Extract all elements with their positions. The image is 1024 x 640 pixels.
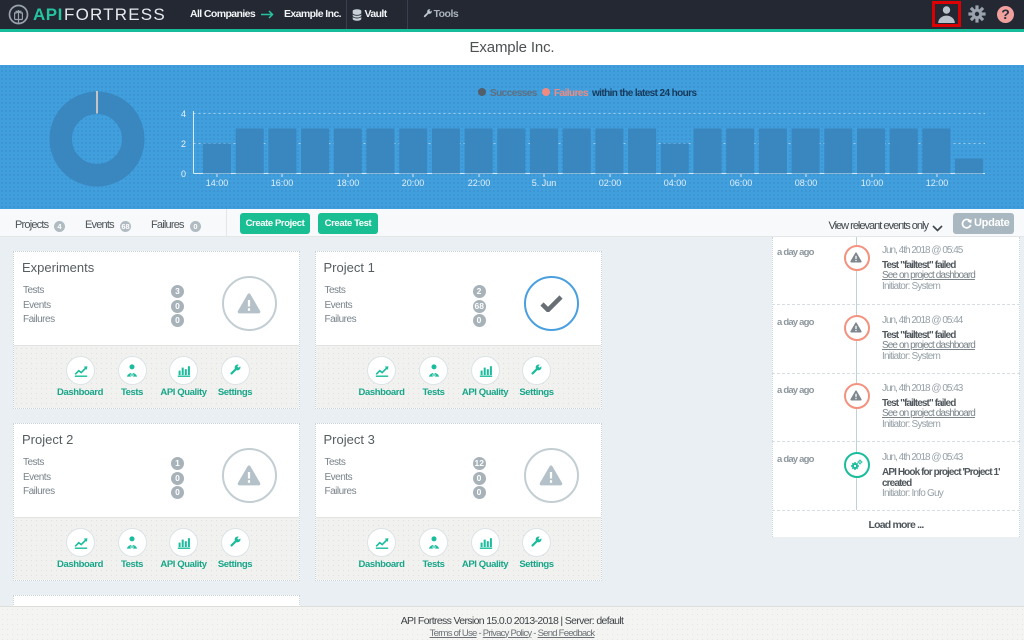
- svg-text:16:00: 16:00: [271, 178, 294, 188]
- svg-text:5. Jun: 5. Jun: [532, 178, 557, 188]
- svg-text:0: 0: [181, 169, 186, 179]
- svg-text:2: 2: [181, 139, 186, 149]
- svg-text:Successes: Successes: [490, 88, 538, 99]
- svg-text:10:00: 10:00: [861, 178, 884, 188]
- svg-text:06:00: 06:00: [730, 178, 753, 188]
- svg-text:04:00: 04:00: [664, 178, 687, 188]
- svg-text:08:00: 08:00: [795, 178, 818, 188]
- svg-text:within the latest 24 hours: within the latest 24 hours: [591, 88, 697, 99]
- svg-text:12:00: 12:00: [926, 178, 949, 188]
- svg-text:18:00: 18:00: [337, 178, 360, 188]
- svg-text:14:00: 14:00: [206, 178, 229, 188]
- svg-text:22:00: 22:00: [468, 178, 491, 188]
- svg-text:20:00: 20:00: [402, 178, 425, 188]
- svg-text:4: 4: [181, 109, 186, 119]
- svg-text:02:00: 02:00: [599, 178, 622, 188]
- svg-text:Failures: Failures: [554, 88, 589, 99]
